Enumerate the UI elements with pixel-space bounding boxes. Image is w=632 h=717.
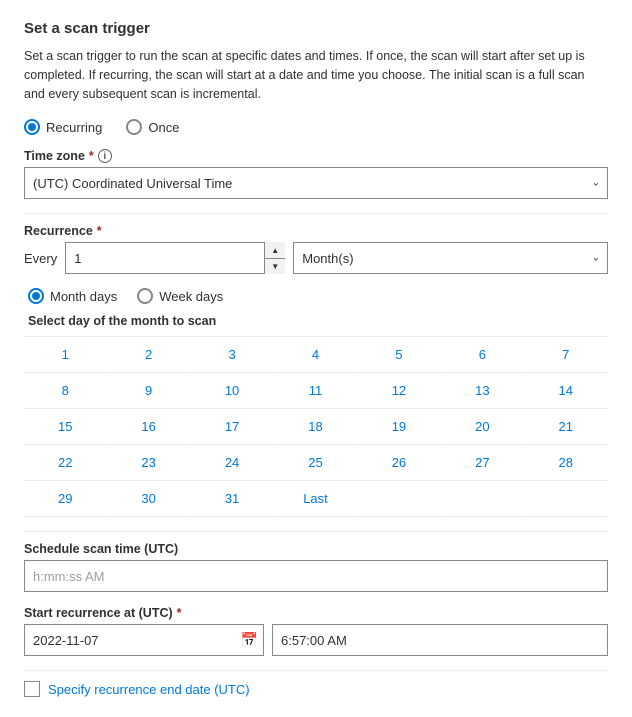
start-date-input[interactable] [24, 624, 264, 656]
calendar-day-cell[interactable]: 30 [107, 481, 190, 517]
start-recurrence-field: Start recurrence at (UTC) * 📅 [24, 606, 608, 656]
calendar-section: Select day of the month to scan 12345678… [24, 314, 608, 517]
recurrence-unit-select[interactable]: Day(s)Week(s)Month(s)Year(s) [293, 242, 608, 274]
timezone-field: Time zone * i (UTC) Coordinated Universa… [24, 149, 608, 199]
radio-recurring[interactable]: Recurring [24, 119, 102, 135]
calendar-day-cell[interactable]: 8 [24, 373, 107, 409]
radio-recurring-label: Recurring [46, 120, 102, 135]
calendar-day-cell[interactable]: 14 [525, 373, 608, 409]
calendar-day-cell[interactable]: 11 [274, 373, 357, 409]
trigger-type-group: Recurring Once [24, 119, 608, 135]
radio-once[interactable]: Once [126, 119, 179, 135]
radio-week-days[interactable]: Week days [137, 288, 223, 304]
calendar-day-cell[interactable]: 15 [24, 409, 107, 445]
calendar-day-cell[interactable]: 25 [274, 445, 357, 481]
date-input-wrapper: 📅 [24, 624, 264, 656]
spinner-up-button[interactable]: ▲ [265, 242, 285, 259]
calendar-day-cell[interactable]: 19 [358, 409, 441, 445]
divider-1 [24, 213, 608, 214]
calendar-day-cell[interactable]: 10 [191, 373, 274, 409]
calendar-day-cell[interactable]: 24 [191, 445, 274, 481]
radio-once-circle [126, 119, 142, 135]
timezone-select[interactable]: (UTC) Coordinated Universal Time(UTC-05:… [24, 167, 608, 199]
description: Set a scan trigger to run the scan at sp… [24, 47, 608, 103]
radio-month-days[interactable]: Month days [28, 288, 117, 304]
scan-time-field: Schedule scan time (UTC) [24, 542, 608, 592]
calendar-empty-cell [441, 481, 524, 517]
calendar-day-cell[interactable]: 12 [358, 373, 441, 409]
page-title: Set a scan trigger [24, 20, 608, 37]
calendar-day-cell[interactable]: 4 [274, 337, 357, 373]
calendar-day-cell[interactable]: 31 [191, 481, 274, 517]
spinner-down-button[interactable]: ▼ [265, 259, 285, 275]
every-label: Every [24, 251, 57, 266]
end-date-checkbox[interactable] [24, 681, 40, 697]
start-time-input[interactable] [272, 624, 608, 656]
calendar-icon[interactable]: 📅 [241, 632, 258, 649]
recurrence-label: Recurrence * [24, 224, 608, 238]
scan-time-label: Schedule scan time (UTC) [24, 542, 608, 556]
calendar-day-cell[interactable]: 26 [358, 445, 441, 481]
timezone-select-wrapper: (UTC) Coordinated Universal Time(UTC-05:… [24, 167, 608, 199]
scan-time-input[interactable] [24, 560, 608, 592]
calendar-day-cell[interactable]: 1 [24, 337, 107, 373]
calendar-day-cell[interactable]: 3 [191, 337, 274, 373]
radio-week-days-circle [137, 288, 153, 304]
start-recurrence-label: Start recurrence at (UTC) * [24, 606, 608, 620]
calendar-day-cell[interactable]: 20 [441, 409, 524, 445]
recurrence-field: Recurrence * Every ▲ ▼ Day(s)Week(s)Mont… [24, 224, 608, 274]
calendar-day-cell[interactable]: 21 [525, 409, 608, 445]
calendar-day-cell[interactable]: 18 [274, 409, 357, 445]
calendar-day-cell[interactable]: 27 [441, 445, 524, 481]
calendar-grid: 1234567891011121314151617181920212223242… [24, 336, 608, 517]
radio-month-days-circle [28, 288, 44, 304]
divider-3 [24, 670, 608, 671]
recurrence-number-input[interactable] [65, 242, 285, 274]
calendar-empty-cell [358, 481, 441, 517]
timezone-required: * [89, 149, 94, 163]
calendar-day-cell[interactable]: 23 [107, 445, 190, 481]
recurrence-unit-wrapper: Day(s)Week(s)Month(s)Year(s) ⌄ [293, 242, 608, 274]
calendar-day-cell[interactable]: 29 [24, 481, 107, 517]
recurrence-row: Every ▲ ▼ Day(s)Week(s)Month(s)Year(s) ⌄ [24, 242, 608, 274]
calendar-day-cell[interactable]: 16 [107, 409, 190, 445]
calendar-day-cell[interactable]: Last [274, 481, 357, 517]
calendar-day-cell[interactable]: 2 [107, 337, 190, 373]
divider-2 [24, 531, 608, 532]
recurrence-required: * [97, 224, 102, 238]
radio-recurring-circle [24, 119, 40, 135]
day-type-group: Month days Week days [28, 288, 608, 304]
spinner-buttons: ▲ ▼ [264, 242, 285, 274]
end-date-label[interactable]: Specify recurrence end date (UTC) [48, 682, 250, 697]
end-date-row: Specify recurrence end date (UTC) [24, 681, 608, 697]
calendar-day-cell[interactable]: 6 [441, 337, 524, 373]
calendar-day-cell[interactable]: 17 [191, 409, 274, 445]
radio-week-days-label: Week days [159, 289, 223, 304]
recurrence-number-wrapper: ▲ ▼ [65, 242, 285, 274]
calendar-day-cell[interactable]: 28 [525, 445, 608, 481]
timezone-info-icon[interactable]: i [98, 149, 112, 163]
calendar-day-cell[interactable]: 7 [525, 337, 608, 373]
calendar-day-cell[interactable]: 9 [107, 373, 190, 409]
start-recurrence-row: 📅 [24, 624, 608, 656]
calendar-day-cell[interactable]: 5 [358, 337, 441, 373]
calendar-day-cell[interactable]: 22 [24, 445, 107, 481]
timezone-label: Time zone * i [24, 149, 608, 163]
calendar-day-cell[interactable]: 13 [441, 373, 524, 409]
start-recurrence-required: * [177, 606, 182, 620]
calendar-label: Select day of the month to scan [28, 314, 608, 328]
radio-once-label: Once [148, 120, 179, 135]
radio-month-days-label: Month days [50, 289, 117, 304]
calendar-empty-cell [525, 481, 608, 517]
